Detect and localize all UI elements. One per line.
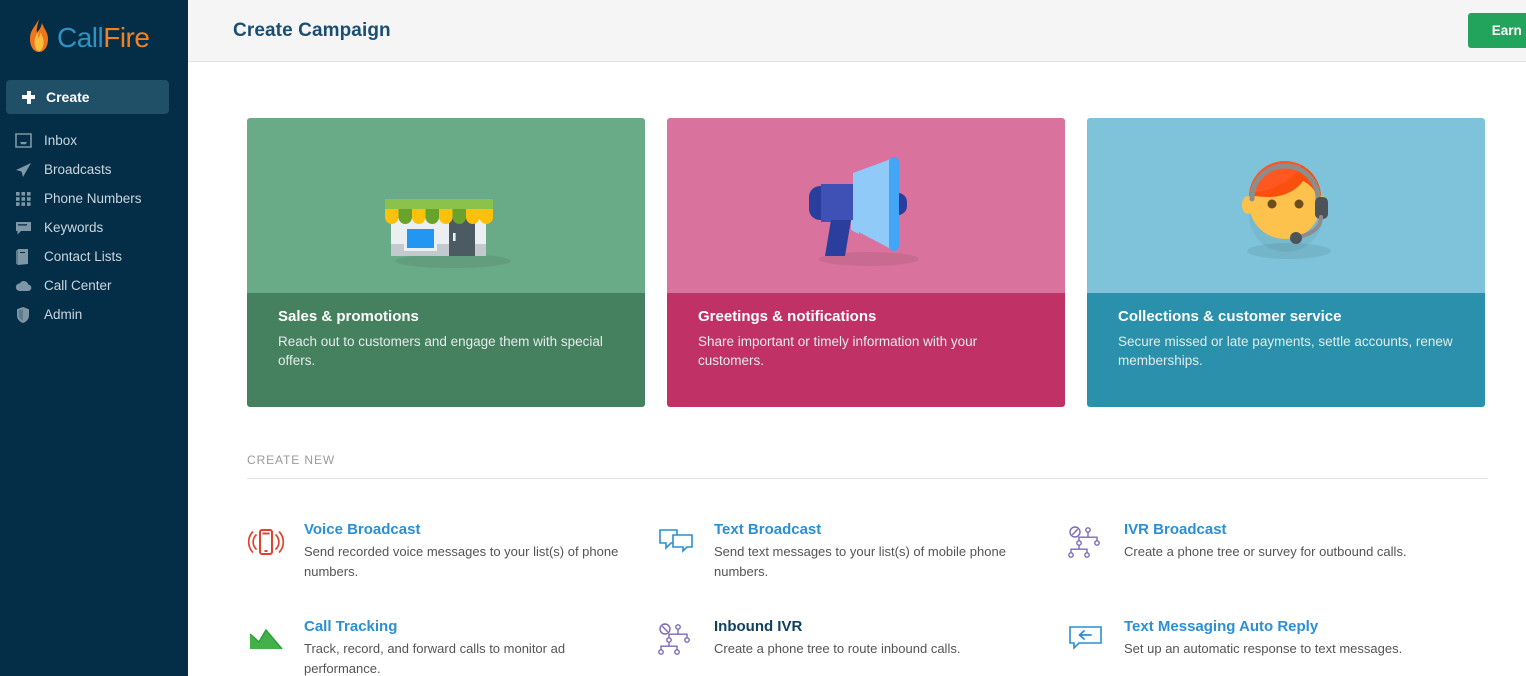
paper-plane-icon — [14, 161, 32, 179]
sidebar-item-inbox[interactable]: Inbox — [0, 126, 188, 155]
card-description: Share important or timely information wi… — [698, 334, 978, 368]
option-body: Voice Broadcast Send recorded voice mess… — [304, 521, 634, 582]
reply-bubble-icon — [1067, 620, 1105, 658]
brand-wordmark: CallFire — [57, 21, 150, 53]
option-description: Track, record, and forward calls to moni… — [304, 641, 566, 676]
option-body: Text Messaging Auto Reply Set up an auto… — [1124, 618, 1402, 659]
sidebar-label: Phone Numbers — [44, 191, 142, 206]
campaign-type-cards: Sales & promotions Reach out to customer… — [188, 62, 1526, 407]
create-button[interactable]: Create — [6, 80, 169, 114]
option-ivr-broadcast[interactable]: IVR Broadcast Create a phone tree or sur… — [1067, 521, 1488, 582]
option-description: Create a phone tree to route inbound cal… — [714, 641, 961, 656]
sidebar-label: Contact Lists — [44, 249, 123, 264]
sidebar-label: Call Center — [44, 278, 112, 293]
option-inbound-ivr[interactable]: Inbound IVR Create a phone tree to route… — [657, 618, 1067, 676]
card-title: Collections & customer service — [1118, 308, 1342, 325]
shield-icon — [14, 306, 32, 324]
card-footer: Sales & promotions Reach out to customer… — [247, 293, 645, 407]
option-text-broadcast[interactable]: Text Broadcast Send text messages to you… — [657, 521, 1067, 582]
brand-fire-text: Fire — [103, 21, 150, 53]
area-chart-icon — [247, 620, 285, 658]
earn-credits-button[interactable]: Earn Credits — [1467, 13, 1526, 48]
card-greetings-notifications[interactable]: Greetings & notifications Share importan… — [667, 118, 1065, 407]
option-title[interactable]: Voice Broadcast — [304, 521, 634, 538]
card-footer: Greetings & notifications Share importan… — [667, 293, 1065, 407]
sidebar: CallFire Create Inbox Broadcasts Phone N… — [0, 0, 188, 676]
option-title[interactable]: Call Tracking — [304, 618, 634, 635]
megaphone-illustration — [667, 118, 1065, 293]
option-title[interactable]: Inbound IVR — [714, 618, 960, 635]
option-body: Inbound IVR Create a phone tree to route… — [714, 618, 960, 659]
phone-tree-icon — [1067, 523, 1105, 561]
sidebar-item-contact-lists[interactable]: Contact Lists — [0, 242, 188, 271]
card-description: Reach out to customers and engage them w… — [278, 334, 603, 368]
sidebar-label: Keywords — [44, 220, 104, 235]
book-icon — [14, 248, 32, 266]
brand-call-text: Call — [57, 21, 104, 53]
option-title[interactable]: Text Messaging Auto Reply — [1124, 618, 1402, 635]
option-text-messaging-auto-reply[interactable]: Text Messaging Auto Reply Set up an auto… — [1067, 618, 1488, 676]
option-body: IVR Broadcast Create a phone tree or sur… — [1124, 521, 1407, 562]
app-root: CallFire Create Inbox Broadcasts Phone N… — [0, 0, 1526, 676]
sidebar-item-phone-numbers[interactable]: Phone Numbers — [0, 184, 188, 213]
option-title[interactable]: Text Broadcast — [714, 521, 1044, 538]
option-body: Text Broadcast Send text messages to you… — [714, 521, 1044, 582]
create-button-label: Create — [46, 89, 90, 105]
headset-cloud-icon — [14, 277, 32, 295]
card-title: Sales & promotions — [278, 308, 419, 325]
brand-logo[interactable]: CallFire — [0, 0, 188, 75]
storefront-illustration — [247, 118, 645, 293]
card-title: Greetings & notifications — [698, 308, 877, 325]
main-content: Create Campaign Earn Credits — [188, 0, 1526, 676]
sidebar-label: Broadcasts — [44, 162, 112, 177]
inbox-icon — [14, 132, 32, 150]
sidebar-item-admin[interactable]: Admin — [0, 300, 188, 329]
flame-icon — [30, 18, 48, 52]
create-new-section: CREATE NEW Voice Broadcast Send recorded… — [247, 453, 1488, 676]
headset-agent-illustration — [1087, 118, 1485, 293]
option-body: Call Tracking Track, record, and forward… — [304, 618, 634, 676]
phone-waves-icon — [247, 523, 285, 561]
top-bar: Create Campaign Earn Credits — [188, 0, 1526, 62]
card-sales-promotions[interactable]: Sales & promotions Reach out to customer… — [247, 118, 645, 407]
sidebar-item-broadcasts[interactable]: Broadcasts — [0, 155, 188, 184]
option-title[interactable]: IVR Broadcast — [1124, 521, 1407, 538]
option-description: Send recorded voice messages to your lis… — [304, 544, 619, 579]
card-collections-customer-service[interactable]: Collections & customer service Secure mi… — [1087, 118, 1485, 407]
two-speech-bubbles-icon — [657, 523, 695, 561]
phone-tree-icon — [657, 620, 695, 658]
sidebar-item-keywords[interactable]: Keywords — [0, 213, 188, 242]
card-description: Secure missed or late payments, settle a… — [1118, 334, 1453, 368]
grid-icon — [14, 190, 32, 208]
card-footer: Collections & customer service Secure mi… — [1087, 293, 1485, 407]
page-title: Create Campaign — [233, 19, 391, 41]
speech-bubble-icon — [14, 219, 32, 237]
option-call-tracking[interactable]: Call Tracking Track, record, and forward… — [247, 618, 657, 676]
plus-icon — [22, 90, 35, 104]
sidebar-label: Inbox — [44, 133, 78, 148]
create-new-heading: CREATE NEW — [247, 453, 1488, 479]
option-description: Send text messages to your list(s) of mo… — [714, 544, 1006, 579]
option-description: Create a phone tree or survey for outbou… — [1124, 544, 1407, 559]
option-description: Set up an automatic response to text mes… — [1124, 641, 1403, 656]
option-voice-broadcast[interactable]: Voice Broadcast Send recorded voice mess… — [247, 521, 657, 582]
sidebar-item-call-center[interactable]: Call Center — [0, 271, 188, 300]
sidebar-label: Admin — [44, 307, 83, 322]
create-new-grid: Voice Broadcast Send recorded voice mess… — [247, 479, 1488, 676]
